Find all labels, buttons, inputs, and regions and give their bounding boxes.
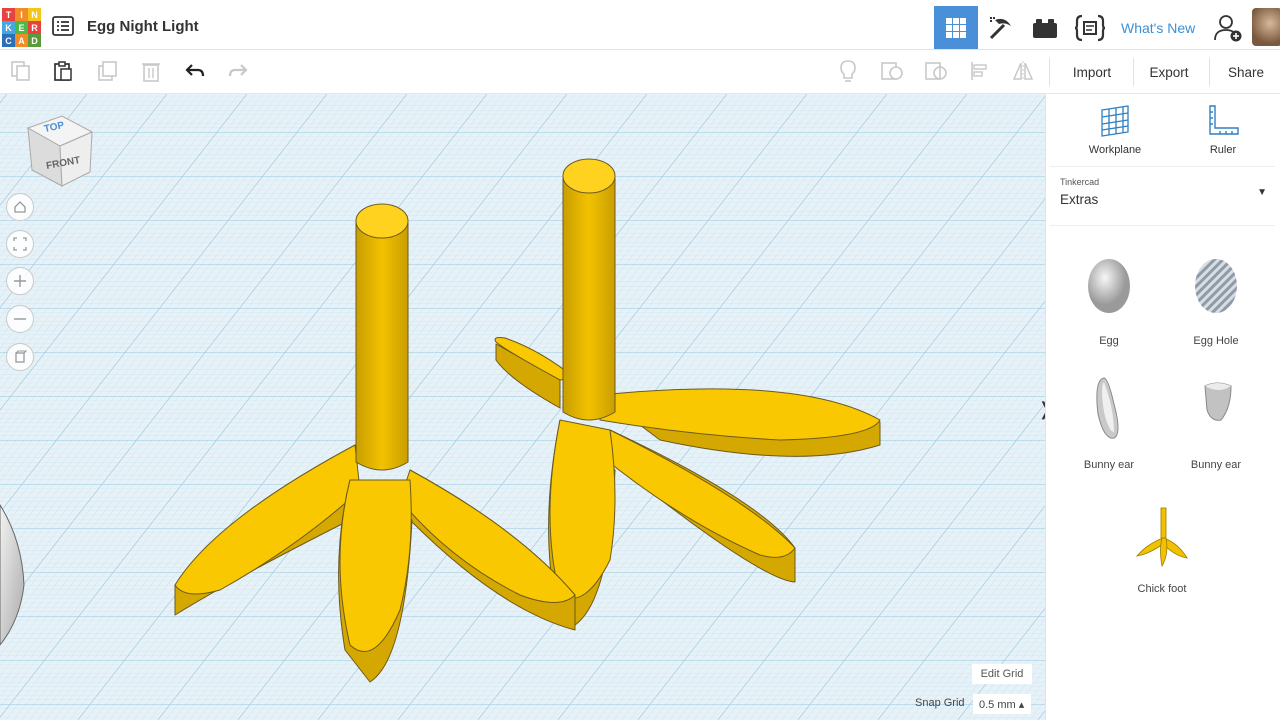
app-header: TINKERCAD Egg Night Light What's New	[0, 0, 1280, 50]
logo-letter: R	[28, 21, 41, 34]
user-avatar[interactable]	[1252, 8, 1280, 46]
home-view-button[interactable]	[6, 193, 34, 221]
logo-letter: C	[2, 34, 15, 47]
toolbar-divider	[1049, 58, 1050, 86]
egg-icon	[1088, 259, 1130, 313]
redo-icon[interactable]	[226, 59, 250, 83]
plus-icon	[14, 275, 26, 287]
ruler-label: Ruler	[1209, 144, 1237, 156]
code-blocks-icon	[1074, 14, 1106, 41]
bricks-button[interactable]	[1024, 6, 1066, 49]
share-button[interactable]: Share	[1213, 57, 1279, 87]
ruler-tool[interactable]: Ruler	[1183, 104, 1263, 159]
bricks-icon	[1033, 18, 1057, 38]
shape-chick-foot[interactable]: Chick foot	[1117, 498, 1207, 608]
library-name: Extras	[1060, 192, 1099, 207]
bunny-ear-icon	[1096, 377, 1119, 439]
fit-view-icon	[13, 237, 27, 251]
home-icon	[14, 201, 26, 213]
logo-letter: N	[28, 8, 41, 21]
bunny-ear-icon	[1204, 382, 1232, 421]
chick-foot-icon	[1136, 507, 1188, 568]
ungroup-icon[interactable]	[924, 59, 948, 83]
copy-icon[interactable]	[9, 59, 33, 83]
perspective-button[interactable]	[6, 343, 34, 371]
project-title[interactable]: Egg Night Light	[87, 18, 199, 35]
whats-new-link[interactable]: What's New	[1121, 20, 1195, 36]
workplane-tool[interactable]: Workplane	[1075, 104, 1155, 159]
mirror-icon[interactable]	[1011, 59, 1035, 83]
lightbulb-icon[interactable]	[836, 59, 860, 83]
toolbar-divider	[1133, 58, 1134, 86]
group-icon[interactable]	[880, 59, 904, 83]
shape-library-select[interactable]: Tinkercad Extras ▼	[1050, 166, 1275, 226]
grid-view-icon	[946, 17, 966, 38]
edit-grid-button[interactable]: Edit Grid	[972, 664, 1032, 684]
toolbar-divider	[1209, 58, 1210, 86]
shape-egg-hole[interactable]: Egg Hole	[1171, 250, 1261, 360]
logo-letter: A	[15, 34, 28, 47]
duplicate-icon[interactable]	[96, 59, 120, 83]
workplane-viewport[interactable]: TOP FRONT	[0, 94, 1045, 720]
undo-icon[interactable]	[183, 59, 207, 83]
logo-letter: E	[15, 21, 28, 34]
logo-letter: T	[2, 8, 15, 21]
snap-grid-label: Snap Grid	[915, 697, 965, 709]
shape-bunny-ear-1[interactable]: Bunny ear	[1064, 374, 1154, 484]
shape-bunny-ear-2[interactable]: Bunny ear	[1171, 374, 1261, 484]
pickaxe-icon	[989, 16, 1011, 39]
fit-view-button[interactable]	[6, 230, 34, 258]
logo-letter: D	[28, 34, 41, 47]
zoom-out-button[interactable]	[6, 305, 34, 333]
shape-label: Bunny ear	[1083, 459, 1135, 471]
egg-hole-icon	[1195, 259, 1237, 313]
zoom-in-button[interactable]	[6, 267, 34, 295]
view-cube[interactable]: TOP FRONT	[22, 114, 94, 190]
workplane-icon	[1101, 105, 1129, 137]
minus-icon	[14, 318, 26, 320]
tinkercad-logo[interactable]: TINKERCAD	[2, 8, 41, 47]
delete-icon[interactable]	[139, 59, 163, 83]
logo-letter: I	[15, 8, 28, 21]
paste-icon[interactable]	[51, 59, 75, 83]
user-add-icon	[1214, 14, 1242, 41]
shape-label: Bunny ear	[1190, 459, 1242, 471]
cube-view-icon	[15, 350, 27, 363]
export-button[interactable]: Export	[1136, 57, 1202, 87]
code-blocks-button[interactable]	[1068, 6, 1112, 49]
pickaxe-button[interactable]	[980, 6, 1022, 49]
workplane-grid	[0, 94, 1045, 720]
workplane-label: Workplane	[1088, 144, 1142, 156]
logo-letter: K	[2, 21, 15, 34]
ruler-icon	[1209, 105, 1239, 135]
shape-egg[interactable]: Egg	[1064, 250, 1154, 360]
user-add-button[interactable]	[1208, 6, 1248, 49]
design-menu-icon[interactable]	[52, 16, 74, 36]
library-source: Tinkercad	[1060, 177, 1100, 187]
grid-view-button[interactable]	[934, 6, 978, 49]
import-button[interactable]: Import	[1056, 57, 1128, 87]
shape-label: Chick foot	[1137, 583, 1187, 595]
dropdown-arrow-icon: ▼	[1257, 187, 1267, 198]
shape-label: Egg Hole	[1193, 335, 1239, 347]
snap-grid-select[interactable]: 0.5 mm ▴	[973, 694, 1031, 714]
shape-label: Egg	[1099, 335, 1119, 347]
align-icon[interactable]	[968, 59, 992, 83]
